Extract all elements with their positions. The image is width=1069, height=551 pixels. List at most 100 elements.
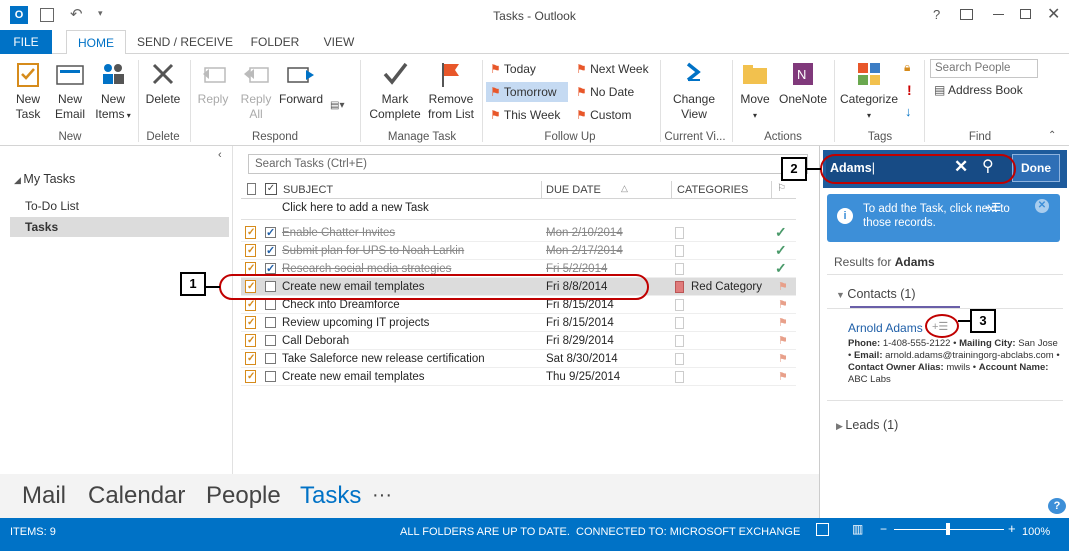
flag-status-column-header[interactable]: ⚐	[777, 183, 786, 194]
new-items-button[interactable]: New Items ▾	[92, 60, 134, 123]
help-bubble-icon[interactable]: ?	[1048, 498, 1066, 514]
ribbon-display-icon[interactable]	[960, 9, 973, 20]
complete-checkbox[interactable]	[265, 317, 276, 328]
no-date-button[interactable]: ⚑ No Date	[576, 84, 658, 100]
complete-checkbox[interactable]	[265, 299, 276, 310]
category-color-box[interactable]	[675, 353, 684, 365]
expand-arrow-icon: ▶	[836, 421, 846, 431]
tab-send-receive[interactable]: SEND / RECEIVE	[135, 30, 235, 54]
zoom-level: 100%	[1022, 526, 1051, 538]
next-week-button[interactable]: ⚑ Next Week	[576, 61, 658, 77]
help-icon[interactable]: ?	[933, 7, 940, 22]
due-date-column-header[interactable]: DUE DATE	[546, 184, 601, 196]
my-tasks-heading[interactable]: ◢ My Tasks	[14, 172, 75, 186]
flag-icon[interactable]: ⚑	[778, 314, 788, 332]
low-importance-icon[interactable]: ↓	[905, 104, 912, 119]
search-tasks-input[interactable]: Search Tasks (Ctrl+E)	[248, 154, 808, 174]
change-view-button[interactable]: Change View	[664, 60, 724, 122]
completed-check-icon[interactable]: ✓	[775, 241, 787, 259]
address-book-button[interactable]: ▤ Address Book	[934, 82, 1044, 98]
close-icon[interactable]: ✕	[1047, 4, 1060, 24]
complete-checkbox[interactable]	[265, 353, 276, 364]
sidebar-item-tasks[interactable]: Tasks	[10, 217, 229, 237]
category-color-box[interactable]	[675, 263, 684, 275]
ribbon-tabs: FILE HOME SEND / RECEIVE FOLDER VIEW	[0, 30, 1069, 55]
tab-folder[interactable]: FOLDER	[245, 30, 305, 54]
leads-section-header[interactable]: ▶ Leads (1)	[836, 418, 898, 432]
this-week-button[interactable]: ⚑ This Week	[490, 107, 572, 123]
table-row[interactable]: Take Saleforce new release certification…	[241, 350, 796, 368]
completed-check-icon[interactable]: ✓	[775, 223, 787, 241]
onenote-button[interactable]: N OneNote	[776, 60, 830, 107]
subject-column-header[interactable]: SUBJECT	[283, 184, 333, 196]
nav-people[interactable]: People	[206, 482, 281, 510]
flag-icon[interactable]: ⚑	[778, 368, 788, 386]
normal-view-icon[interactable]	[816, 523, 829, 536]
complete-checkbox[interactable]	[265, 224, 276, 242]
zoom-in-icon[interactable]: +	[1008, 521, 1016, 536]
done-button[interactable]: Done	[1012, 154, 1060, 182]
search-people-input[interactable]: Search People	[930, 59, 1038, 78]
zoom-out-icon[interactable]: −	[880, 522, 887, 536]
flag-icon[interactable]: ⚑	[778, 332, 788, 350]
table-row[interactable]: Submit plan for UPS to Noah Larkin Mon 2/…	[241, 242, 796, 260]
tomorrow-button[interactable]: ⚑ Tomorrow	[486, 82, 568, 102]
category-color-box[interactable]	[675, 281, 684, 293]
high-importance-icon[interactable]: !	[907, 82, 912, 98]
table-row[interactable]: Enable Chatter Invites Mon 2/10/2014 ✓	[241, 224, 796, 242]
category-color-box[interactable]	[675, 245, 684, 257]
complete-checkbox[interactable]	[265, 371, 276, 382]
group-label-follow-up: Follow Up	[544, 131, 596, 143]
add-new-task-row[interactable]: Click here to add a new Task	[282, 202, 429, 214]
contacts-section-header[interactable]: ▼ Contacts (1)	[836, 287, 916, 301]
complete-checkbox[interactable]	[265, 335, 276, 346]
table-row[interactable]: Call Deborah Fri 8/29/2014 ⚑	[241, 332, 796, 350]
nav-mail[interactable]: Mail	[22, 482, 66, 510]
category-color-box[interactable]	[675, 227, 684, 239]
new-task-button[interactable]: New Task	[8, 60, 48, 122]
mark-complete-button[interactable]: Mark Complete	[364, 60, 426, 122]
categorize-icon	[858, 63, 880, 85]
nav-calendar[interactable]: Calendar	[88, 482, 185, 510]
flag-icon[interactable]: ⚑	[778, 296, 788, 314]
table-row[interactable]: Review upcoming IT projects Fri 8/15/2014…	[241, 314, 796, 332]
zoom-slider-thumb[interactable]	[946, 523, 950, 535]
delete-button[interactable]: Delete	[142, 60, 184, 107]
nav-more[interactable]: ···	[372, 484, 392, 507]
category-color-box[interactable]	[675, 335, 684, 347]
categories-column-header[interactable]: CATEGORIES	[677, 184, 748, 196]
forward-button[interactable]: Forward	[278, 60, 324, 107]
tab-view[interactable]: VIEW	[314, 30, 364, 54]
private-lock-icon[interactable]: 🔒︎	[904, 60, 910, 75]
complete-checkbox[interactable]	[265, 242, 276, 260]
more-respond-icon[interactable]: ▤▾	[330, 100, 352, 114]
custom-button[interactable]: ⚑ Custom	[576, 107, 658, 123]
move-button[interactable]: Move ▾	[736, 60, 774, 123]
categorize-button[interactable]: Categorize ▾	[838, 60, 900, 123]
dismiss-banner-icon[interactable]: ✕	[1035, 199, 1049, 213]
icon-column-header[interactable]	[247, 183, 256, 195]
minimize-icon[interactable]	[993, 14, 1004, 15]
flag-icon[interactable]: ⚑	[778, 278, 788, 296]
collapse-ribbon-icon[interactable]: ⌃	[1048, 130, 1056, 141]
tab-file[interactable]: FILE	[0, 30, 52, 54]
table-row[interactable]: Create new email templates Thu 9/25/2014 ⚑	[241, 368, 796, 386]
complete-checkbox[interactable]	[265, 260, 276, 278]
completed-check-icon[interactable]: ✓	[775, 259, 787, 277]
sidebar-item-todo-list[interactable]: To-Do List	[25, 199, 79, 213]
today-button[interactable]: ⚑ Today	[490, 61, 572, 77]
task-due-date: Mon 2/10/2014	[546, 227, 623, 239]
reading-view-icon[interactable]: ▥	[852, 522, 863, 536]
category-color-box[interactable]	[675, 299, 684, 311]
maximize-icon[interactable]	[1020, 9, 1031, 19]
nav-tasks[interactable]: Tasks	[300, 482, 361, 510]
category-color-box[interactable]	[675, 317, 684, 329]
tab-home[interactable]: HOME	[66, 30, 126, 55]
complete-column-header[interactable]: ✓	[265, 183, 277, 195]
new-email-button[interactable]: New Email	[50, 60, 90, 122]
flag-icon[interactable]: ⚑	[778, 350, 788, 368]
contact-name-link[interactable]: Arnold Adams	[848, 321, 923, 335]
category-color-box[interactable]	[675, 371, 684, 383]
remove-from-list-button[interactable]: Remove from List	[424, 60, 478, 122]
collapse-pane-icon[interactable]: ‹	[218, 149, 222, 161]
